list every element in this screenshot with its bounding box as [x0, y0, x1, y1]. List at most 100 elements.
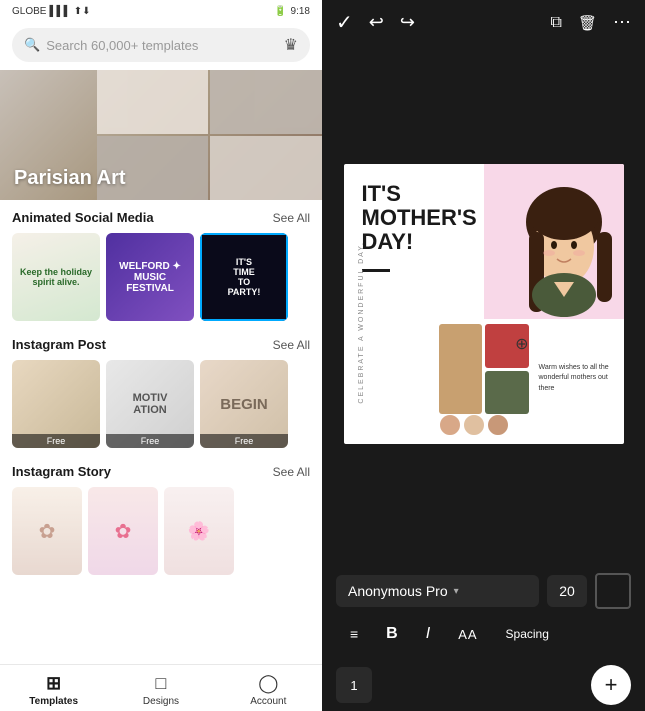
ig-post-card-2[interactable]: MOTIVATION Free	[106, 360, 194, 448]
crown-icon[interactable]: ♛	[284, 35, 298, 55]
search-bar: 🔍 Search 60,000+ templates ♛	[0, 22, 322, 70]
search-placeholder: Search 60,000+ templates	[46, 38, 277, 53]
copy-icon[interactable]: ⧉	[551, 14, 562, 32]
delete-icon[interactable]: 🗑	[578, 14, 597, 32]
status-right: 🔋 9:18	[274, 6, 310, 17]
instagram-post-see-all[interactable]: See All	[273, 338, 310, 352]
animated-social-row: Keep the holiday spirit alive. WELFORD ✦…	[12, 233, 310, 321]
animated-social-header: Animated Social Media See All	[12, 210, 310, 225]
italic-button[interactable]: I	[412, 619, 444, 649]
color-picker[interactable]	[595, 573, 631, 609]
hero-banner[interactable]: Parisian Art	[0, 70, 322, 200]
bold-button[interactable]: B	[372, 619, 412, 649]
story-card-3-inner: 🌸	[164, 487, 234, 575]
instagram-story-see-all[interactable]: See All	[273, 465, 310, 479]
animated-social-see-all[interactable]: See All	[273, 211, 310, 225]
md-title: IT'S MOTHER'S DAY!	[362, 182, 477, 255]
font-size-box[interactable]: 20	[547, 575, 587, 607]
search-icon: 🔍	[24, 37, 40, 53]
ig-post-card-3[interactable]: BEGIN Free	[200, 360, 288, 448]
status-left: GLOBE ▌▌▌ ⬆⬇	[12, 6, 91, 17]
canvas-area: IT'S MOTHER'S DAY! CELEBRATE A WONDERFUL…	[322, 45, 645, 563]
small-faces-row	[439, 414, 509, 436]
animated-card-1-inner: Keep the holiday spirit alive.	[12, 233, 100, 321]
story-card-3[interactable]: 🌸	[164, 487, 234, 575]
animated-social-title: Animated Social Media	[12, 210, 154, 225]
redo-icon[interactable]: ↪	[400, 12, 415, 33]
templates-icon: ⊞	[46, 673, 61, 694]
aa-button[interactable]: AA	[444, 621, 491, 648]
align-button[interactable]: ≡	[336, 620, 372, 648]
hero-images	[97, 70, 322, 200]
nav-designs[interactable]: □ Designs	[107, 673, 214, 707]
hero-image-2	[210, 70, 322, 134]
photo-1	[439, 324, 483, 414]
status-bar: GLOBE ▌▌▌ ⬆⬇ 🔋 9:18	[0, 0, 322, 22]
animated-card-2[interactable]: WELFORD ✦ MUSIC FESTIVAL	[106, 233, 194, 321]
story-card-2[interactable]: ✿	[88, 487, 158, 575]
time-text: 9:18	[291, 6, 310, 17]
design-canvas[interactable]: IT'S MOTHER'S DAY! CELEBRATE A WONDERFUL…	[344, 164, 624, 444]
nav-account[interactable]: ◯ Account	[215, 673, 322, 707]
account-label: Account	[250, 696, 286, 707]
templates-label: Templates	[29, 696, 78, 707]
right-panel: ✓ ↩ ↪ ⧉ 🗑 ⋯ IT'S MOTHER'S DAY! CELEBRATE…	[322, 0, 645, 711]
illustration-svg	[489, 177, 619, 317]
bottom-action-bar: 1 +	[322, 657, 645, 711]
account-icon: ◯	[258, 673, 278, 694]
chevron-down-icon: ▾	[454, 586, 459, 597]
font-selector[interactable]: Anonymous Pro ▾	[336, 575, 539, 607]
add-button[interactable]: +	[591, 665, 631, 705]
check-icon[interactable]: ✓	[336, 10, 353, 35]
md-title-line2: MOTHER'S	[362, 205, 477, 230]
instagram-story-title: Instagram Story	[12, 464, 111, 479]
instagram-post-title: Instagram Post	[12, 337, 106, 352]
face-small-1	[439, 414, 461, 436]
instagram-post-row: Free MOTIVATION Free BEGIN Free	[12, 360, 310, 448]
ig-card-2-badge: Free	[106, 434, 194, 448]
md-title-line3: DAY!	[362, 229, 414, 254]
battery-icon: 🔋	[274, 6, 286, 17]
ig-card-1-badge: Free	[12, 434, 100, 448]
hero-image-4	[210, 136, 322, 200]
animated-card-1-text: Keep the holiday spirit alive.	[16, 267, 96, 287]
more-icon[interactable]: ⋯	[613, 12, 631, 33]
top-toolbar: ✓ ↩ ↪ ⧉ 🗑 ⋯	[322, 0, 645, 45]
undo-icon[interactable]: ↩	[369, 12, 384, 33]
data-icon: ⬆⬇	[74, 6, 91, 17]
md-illustration	[484, 174, 624, 319]
move-icon[interactable]: ⊕	[515, 334, 528, 354]
layer-badge[interactable]: 1	[336, 667, 372, 703]
hero-title: Parisian Art	[14, 167, 126, 190]
carrier-text: GLOBE	[12, 6, 46, 17]
ig-post-card-1[interactable]: Free	[12, 360, 100, 448]
instagram-post-header: Instagram Post See All	[12, 337, 310, 352]
format-row: ≡ B I AA Spacing	[336, 619, 631, 649]
animated-card-1[interactable]: Keep the holiday spirit alive.	[12, 233, 100, 321]
spacing-button[interactable]: Spacing	[492, 621, 563, 647]
left-panel: GLOBE ▌▌▌ ⬆⬇ 🔋 9:18 🔍 Search 60,000+ tem…	[0, 0, 322, 711]
story-card-1[interactable]: ✿	[12, 487, 82, 575]
font-name-text: Anonymous Pro	[348, 583, 448, 599]
wish-text: Warm wishes to all the wonderful mothers…	[539, 363, 614, 395]
designs-icon: □	[156, 673, 167, 694]
face-small-3	[487, 414, 509, 436]
nav-templates[interactable]: ⊞ Templates	[0, 673, 107, 707]
animated-card-3[interactable]: IT'STIMETOPARTY!	[200, 233, 288, 321]
md-decorative-line	[362, 269, 390, 272]
search-input-wrap[interactable]: 🔍 Search 60,000+ templates ♛	[12, 28, 310, 62]
ig-card-3-badge: Free	[200, 434, 288, 448]
instagram-story-header: Instagram Story See All	[12, 464, 310, 479]
font-row: Anonymous Pro ▾ 20	[336, 573, 631, 609]
story-card-1-inner: ✿	[12, 487, 82, 575]
photo-3	[485, 371, 529, 415]
story-card-2-inner: ✿	[88, 487, 158, 575]
animated-card-2-text: WELFORD ✦ MUSIC FESTIVAL	[110, 261, 190, 294]
animated-card-3-text: IT'STIMETOPARTY!	[228, 257, 261, 297]
bottom-controls: Anonymous Pro ▾ 20 ≡ B I AA Spacing	[322, 563, 645, 657]
animated-social-section: Animated Social Media See All Keep the h…	[0, 200, 322, 327]
face-small-2	[463, 414, 485, 436]
instagram-story-row: ✿ ✿ 🌸	[12, 487, 310, 575]
signal-icon: ▌▌▌	[49, 6, 70, 17]
md-title-line1: IT'S	[362, 181, 401, 206]
